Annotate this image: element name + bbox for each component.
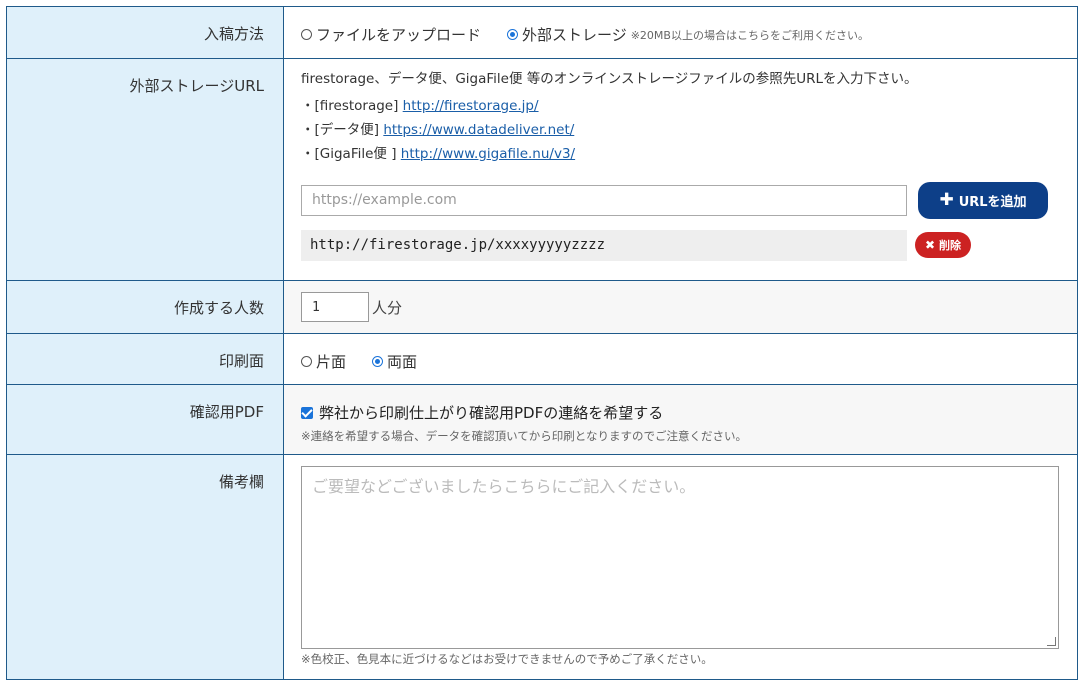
row-print-side: 印刷面 片面 両面 [6, 333, 1078, 385]
people-count-input[interactable]: 1 [301, 292, 369, 322]
storage-link-prefix: ・[データ便] [301, 121, 384, 138]
external-storage-note: ※20MB以上の場合はこちらをご利用ください。 [630, 28, 869, 42]
value-cell: ファイルをアップロード 外部ストレージ ※20MB以上の場合はこちらをご利用くだ… [283, 6, 1078, 59]
storage-link-firestorage[interactable]: http://firestorage.jp/ [403, 98, 539, 114]
upload-method-label: 入稿方法 [203, 25, 264, 43]
people-count-label: 作成する人数 [173, 299, 264, 317]
radio-single-side-label[interactable]: 片面 [316, 351, 346, 372]
storage-link-gigafile[interactable]: http://www.gigafile.nu/v3/ [401, 146, 575, 162]
url-input[interactable]: https://example.com [301, 184, 907, 216]
remarks-placeholder: ご要望などございましたらこちらにご記入ください。 [312, 477, 696, 496]
remarks-textarea[interactable]: ご要望などございましたらこちらにご記入ください。 [301, 466, 1059, 649]
storage-link-item: ・[データ便] https://www.datadeliver.net/ [301, 118, 1077, 142]
confirm-pdf-checkbox[interactable] [301, 406, 313, 419]
storage-link-list: ・[firestorage] http://firestorage.jp/ ・[… [301, 94, 1077, 166]
storage-link-prefix: ・[GigaFile便 ] [301, 145, 401, 162]
print-side-label: 印刷面 [218, 352, 264, 370]
value-cell: 1 人分 [283, 280, 1078, 334]
remarks-note: ※色校正、色見本に近づけるなどはお受けできませんので予めご了承ください。 [301, 652, 713, 666]
add-url-button[interactable]: ✚ URLを追加 [918, 181, 1048, 219]
row-external-url: 外部ストレージURL firestorage、データ便、GigaFile便 等の… [6, 58, 1078, 281]
remarks-label: 備考欄 [218, 473, 264, 491]
close-icon: ✖ [924, 238, 936, 252]
value-cell: ご要望などございましたらこちらにご記入ください。 ※色校正、色見本に近づけるなど… [283, 454, 1078, 680]
radio-external-storage[interactable] [507, 29, 519, 40]
radio-single-side[interactable] [301, 356, 312, 367]
label-cell: 確認用PDF [6, 384, 284, 455]
add-url-button-label: URLを追加 [958, 194, 1027, 210]
value-cell: 片面 両面 [283, 333, 1078, 385]
people-count-unit: 人分 [372, 298, 403, 317]
storage-link-item: ・[firestorage] http://firestorage.jp/ [301, 94, 1077, 118]
row-upload-method: 入稿方法 ファイルをアップロード 外部ストレージ ※20MB以上の場合はこちらを… [6, 6, 1078, 59]
delete-url-button-label: 削除 [939, 239, 962, 252]
confirm-pdf-label: 確認用PDF [189, 403, 264, 421]
order-form-table: 入稿方法 ファイルをアップロード 外部ストレージ ※20MB以上の場合はこちらを… [6, 6, 1078, 680]
label-cell: 印刷面 [6, 333, 284, 385]
storage-link-datadeliver[interactable]: https://www.datadeliver.net/ [383, 122, 574, 138]
resize-handle-icon[interactable] [1047, 637, 1056, 646]
radio-double-side-label[interactable]: 両面 [387, 351, 417, 372]
external-url-intro: firestorage、データ便、GigaFile便 等のオンラインストレージフ… [301, 71, 918, 87]
radio-double-side[interactable] [372, 356, 384, 367]
confirm-pdf-note: ※連絡を希望する場合、データを確認頂いてから印刷となりますのでご注意ください。 [301, 429, 747, 443]
value-cell: firestorage、データ便、GigaFile便 等のオンラインストレージフ… [283, 58, 1078, 281]
radio-external-storage-label[interactable]: 外部ストレージ [522, 24, 627, 45]
radio-upload-file[interactable] [301, 29, 312, 40]
saved-url-value: http://firestorage.jp/xxxxyyyyyzzzz [301, 229, 907, 261]
label-cell: 入稿方法 [6, 6, 284, 59]
row-confirm-pdf: 確認用PDF 弊社から印刷仕上がり確認用PDFの連絡を希望する ※連絡を希望する… [6, 384, 1078, 455]
external-url-label: 外部ストレージURL [129, 77, 264, 95]
row-remarks: 備考欄 ご要望などございましたらこちらにご記入ください。 ※色校正、色見本に近づ… [6, 454, 1078, 680]
plus-icon: ✚ [939, 190, 954, 210]
radio-upload-file-label[interactable]: ファイルをアップロード [316, 24, 481, 45]
confirm-pdf-checkbox-label[interactable]: 弊社から印刷仕上がり確認用PDFの連絡を希望する [319, 402, 663, 423]
label-cell: 外部ストレージURL [6, 58, 284, 281]
label-cell: 備考欄 [6, 454, 284, 680]
label-cell: 作成する人数 [6, 280, 284, 334]
value-cell: 弊社から印刷仕上がり確認用PDFの連絡を希望する ※連絡を希望する場合、データを… [283, 384, 1078, 455]
row-people-count: 作成する人数 1 人分 [6, 280, 1078, 334]
delete-url-button[interactable]: ✖ 削除 [915, 232, 971, 258]
storage-link-item: ・[GigaFile便 ] http://www.gigafile.nu/v3/ [301, 142, 1077, 166]
storage-link-prefix: ・[firestorage] [301, 97, 403, 114]
